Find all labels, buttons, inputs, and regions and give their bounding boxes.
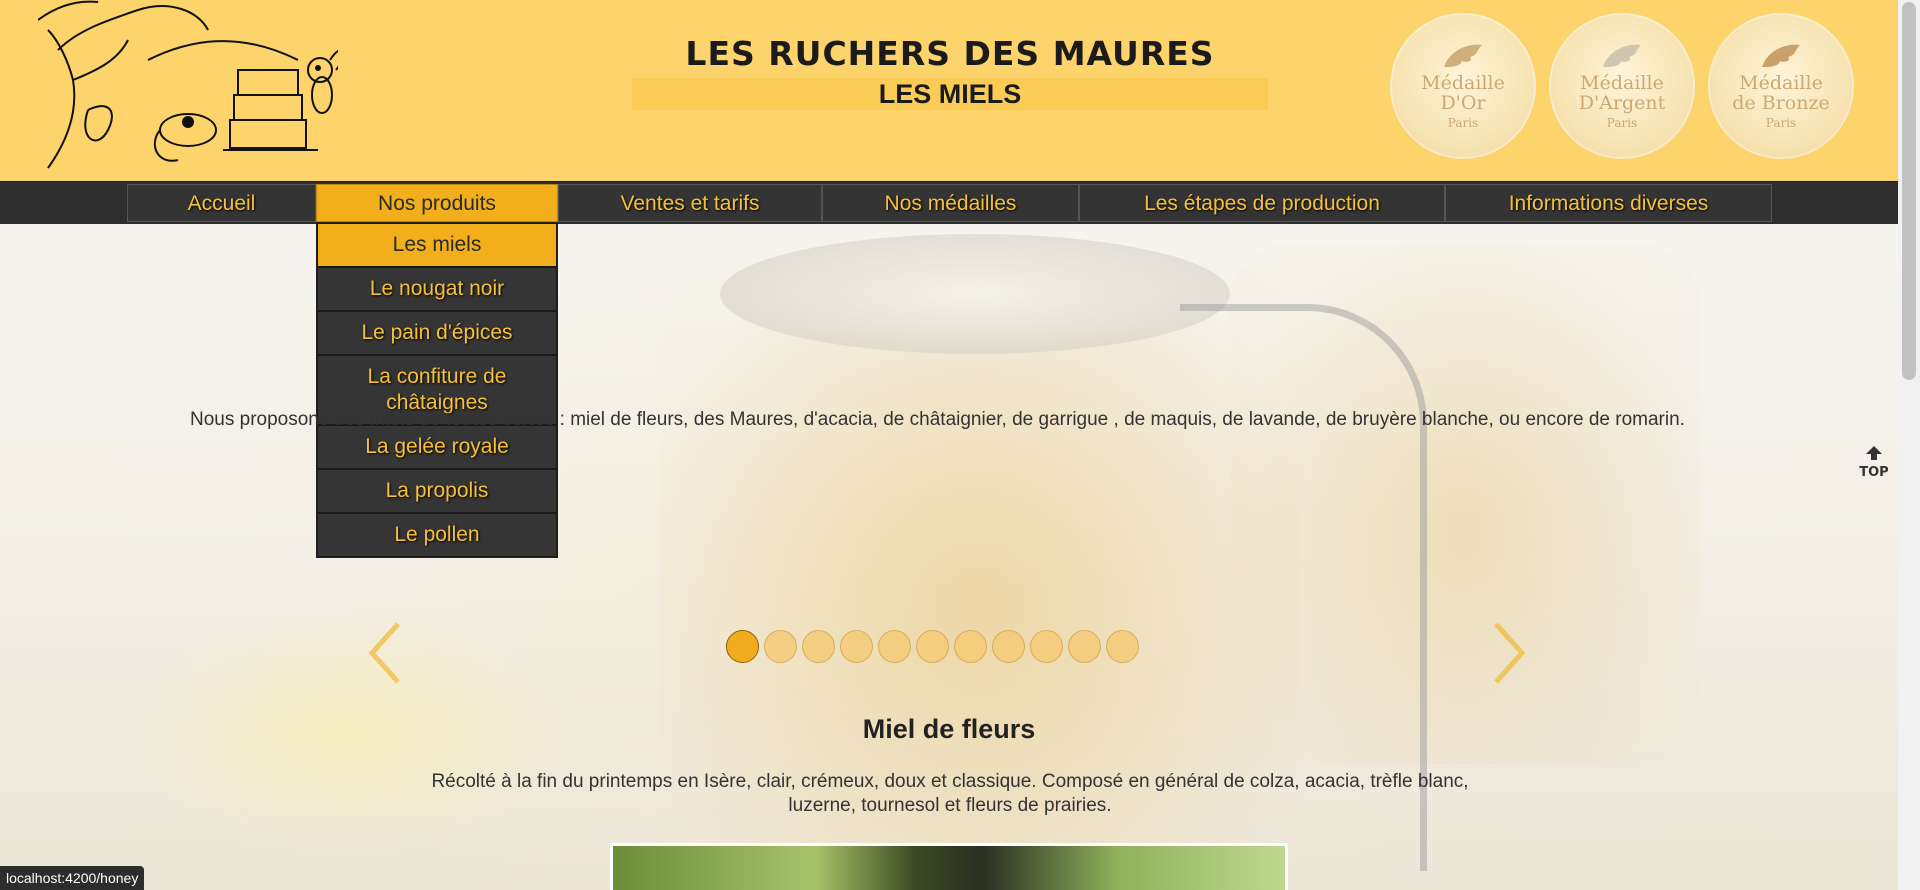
- honey-product-image: [610, 843, 1288, 890]
- nav-item-accueil[interactable]: Accueil: [127, 184, 316, 222]
- carousel-dot[interactable]: [1068, 630, 1101, 663]
- gold-medal: Médaille D'Or Paris: [1390, 13, 1536, 159]
- silver-medal: Médaille D'Argent Paris: [1549, 13, 1695, 159]
- dropdown-item-propolis[interactable]: La propolis: [317, 469, 557, 513]
- carousel-dot[interactable]: [1106, 630, 1139, 663]
- page-scrollbar[interactable]: [1898, 0, 1920, 890]
- nav-item-ventes-et-tarifs[interactable]: Ventes et tarifs: [558, 184, 822, 222]
- carousel-dot[interactable]: [764, 630, 797, 663]
- carousel-dot[interactable]: [726, 630, 759, 663]
- carousel-next-arrow-icon[interactable]: [1490, 618, 1530, 688]
- oak-leaf-icon: [1603, 44, 1641, 67]
- back-to-top-button[interactable]: TOP: [1856, 446, 1892, 484]
- beehive-logo: [38, 0, 338, 169]
- bronze-medal: Médaille de Bronze Paris: [1708, 13, 1854, 159]
- nav-item-nos-produits[interactable]: Nos produits: [316, 184, 558, 222]
- oak-leaf-icon: [1762, 44, 1800, 67]
- carousel-dot[interactable]: [802, 630, 835, 663]
- nav-item-etapes-production[interactable]: Les étapes de production: [1079, 184, 1445, 222]
- dropdown-item-les-miels[interactable]: Les miels: [317, 223, 557, 267]
- nav-item-nos-medailles[interactable]: Nos médailles: [822, 184, 1079, 222]
- nav-item-informations-diverses[interactable]: Informations diverses: [1445, 184, 1772, 222]
- slide-title: Miel de fleurs: [862, 714, 1036, 744]
- status-bar-url: localhost:4200/honey: [0, 866, 145, 890]
- carousel-dot[interactable]: [1030, 630, 1063, 663]
- medal-line-1: Médaille: [1421, 72, 1505, 94]
- medal-line-3: Paris: [1447, 116, 1479, 130]
- jar-lid-shape: [720, 234, 1230, 354]
- dropdown-item-nougat-noir[interactable]: Le nougat noir: [317, 267, 557, 311]
- carousel-dot[interactable]: [916, 630, 949, 663]
- dropdown-item-pain-epices[interactable]: Le pain d'épices: [317, 311, 557, 355]
- site-header: LES RUCHERS DES MAURES LES MIELS Médaill…: [0, 0, 1898, 181]
- back-to-top-label: TOP: [1859, 465, 1889, 480]
- oak-leaf-icon: [1444, 44, 1482, 67]
- main-nav: Accueil Nos produits Ventes et tarifs No…: [0, 181, 1898, 224]
- medal-line-2: de Bronze: [1732, 92, 1830, 114]
- title-block: LES RUCHERS DES MAURES LES MIELS: [630, 34, 1270, 110]
- intro-text: Nous proposons des miels de toutes sorte…: [190, 409, 1685, 430]
- site-title: LES RUCHERS DES MAURES: [685, 34, 1215, 73]
- carousel-dot[interactable]: [878, 630, 911, 663]
- medal-line-3: Paris: [1606, 116, 1638, 130]
- slide-description: Récolté à la fin du printemps en Isère, …: [431, 771, 1469, 816]
- carousel-dot[interactable]: [840, 630, 873, 663]
- products-dropdown: Les miels Le nougat noir Le pain d'épice…: [316, 222, 558, 558]
- carousel-dot[interactable]: [954, 630, 987, 663]
- arrow-up-icon: [1866, 446, 1882, 460]
- page-subtitle: LES MIELS: [632, 78, 1268, 110]
- medal-line-2: D'Argent: [1578, 92, 1666, 114]
- medal-line-1: Médaille: [1580, 72, 1664, 94]
- medal-line-3: Paris: [1765, 116, 1797, 130]
- carousel-prev-arrow-icon[interactable]: [364, 618, 404, 688]
- medal-line-2: D'Or: [1440, 92, 1486, 114]
- scrollbar-thumb[interactable]: [1902, 2, 1916, 380]
- medal-line-1: Médaille: [1739, 72, 1823, 94]
- carousel-dot[interactable]: [992, 630, 1025, 663]
- dropdown-item-pollen[interactable]: Le pollen: [317, 513, 557, 557]
- carousel-indicators: [726, 630, 1139, 666]
